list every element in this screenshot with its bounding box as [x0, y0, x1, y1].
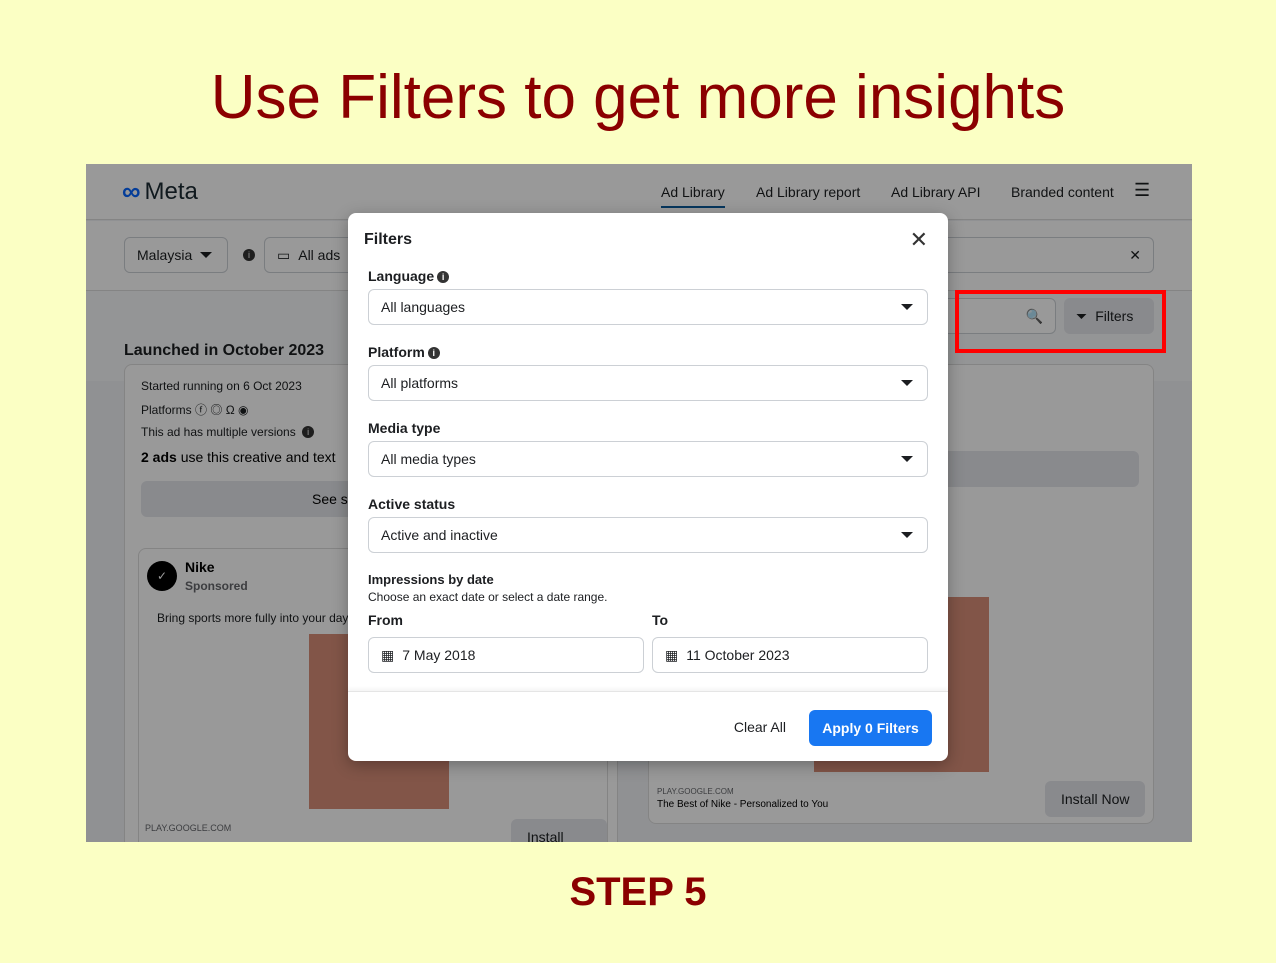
media-type-value: All media types	[381, 451, 476, 467]
from-label: From	[368, 612, 403, 628]
language-select[interactable]: All languages	[368, 289, 928, 325]
to-date-value: 11 October 2023	[686, 647, 790, 663]
active-status-label: Active status	[368, 496, 456, 512]
language-label-text: Language	[368, 268, 435, 284]
to-date-input[interactable]: ▦ 11 October 2023	[652, 637, 928, 673]
from-date-input[interactable]: ▦ 7 May 2018	[368, 637, 644, 673]
from-date-value: 7 May 2018	[402, 647, 476, 663]
to-label: To	[652, 612, 669, 628]
filters-highlight-box	[955, 290, 1166, 353]
language-label: Language i	[368, 268, 450, 284]
info-icon[interactable]: i	[427, 347, 440, 359]
slide-title: Use Filters to get more insights	[210, 63, 1066, 132]
platform-label: Platform i	[368, 344, 440, 360]
filters-dialog: Filters ✕ Language i All languages Platfo…	[348, 213, 948, 761]
chevron-down-icon	[901, 456, 913, 462]
platform-label-text: Platform	[368, 344, 425, 360]
dialog-footer: Clear All Apply 0 Filters	[348, 691, 948, 761]
close-icon[interactable]: ✕	[910, 227, 928, 253]
impressions-hint: Choose an exact date or select a date ra…	[368, 590, 608, 604]
step-label: STEP 5	[569, 870, 707, 914]
platform-select[interactable]: All platforms	[368, 365, 928, 401]
info-icon[interactable]: i	[437, 271, 450, 283]
chevron-down-icon	[901, 380, 913, 386]
apply-filters-button[interactable]: Apply 0 Filters	[809, 710, 932, 746]
chevron-down-icon	[901, 532, 913, 538]
language-value: All languages	[381, 299, 466, 315]
clear-all-button[interactable]: Clear All	[734, 719, 786, 735]
calendar-icon: ▦	[665, 646, 679, 663]
calendar-icon: ▦	[381, 646, 395, 663]
media-type-select[interactable]: All media types	[368, 441, 928, 477]
chevron-down-icon	[901, 304, 913, 310]
dialog-title: Filters	[364, 231, 413, 248]
impressions-label: Impressions by date	[368, 572, 494, 587]
media-type-label: Media type	[368, 420, 441, 436]
platform-value: All platforms	[381, 375, 459, 391]
active-status-value: Active and inactive	[381, 527, 498, 543]
active-status-select[interactable]: Active and inactive	[368, 517, 928, 553]
